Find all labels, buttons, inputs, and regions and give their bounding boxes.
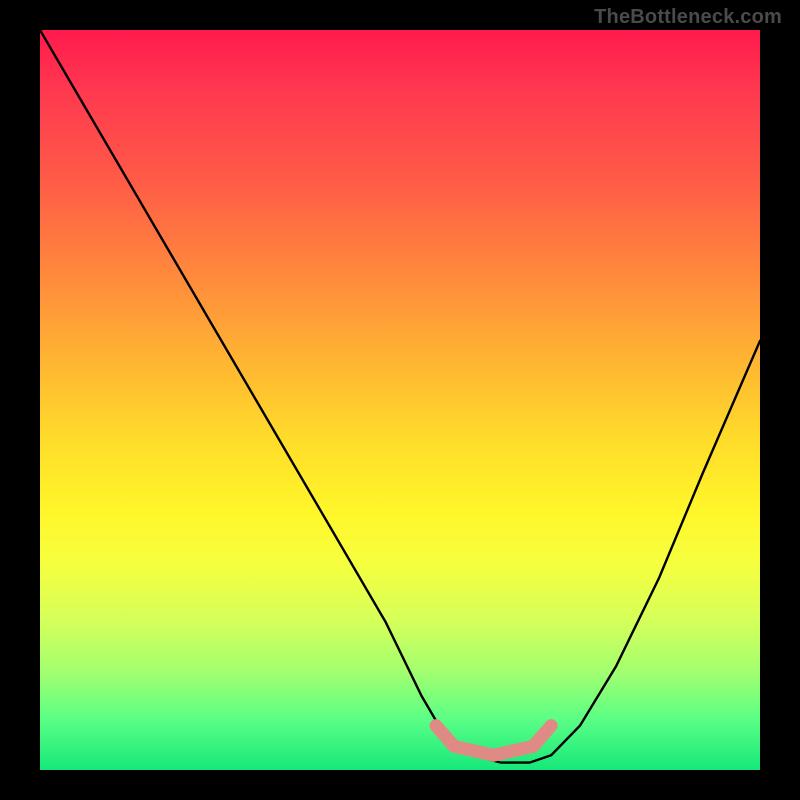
plot-area	[40, 30, 760, 770]
chart-stage: TheBottleneck.com	[0, 0, 800, 800]
heat-gradient	[40, 30, 760, 770]
watermark-label: TheBottleneck.com	[594, 6, 782, 29]
